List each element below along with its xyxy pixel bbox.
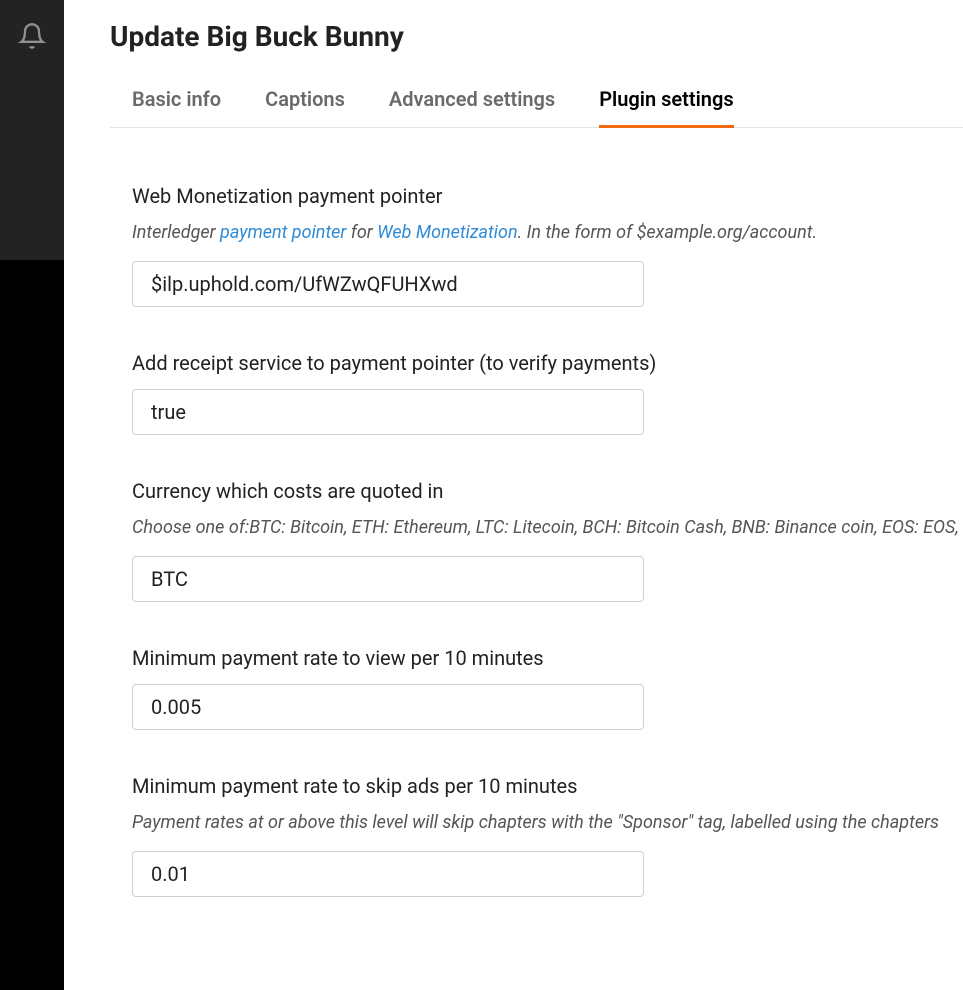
field-label: Minimum payment rate to skip ads per 10 … [132, 774, 963, 798]
field-min-rate-skip: Minimum payment rate to skip ads per 10 … [132, 774, 963, 897]
min-rate-skip-input[interactable] [132, 851, 644, 897]
field-payment-pointer: Web Monetization payment pointer Interle… [132, 184, 963, 307]
main-content: Update Big Buck Bunny Basic info Caption… [64, 0, 963, 990]
field-help: Payment rates at or above this level wil… [132, 812, 963, 833]
field-help: Choose one of:BTC: Bitcoin, ETH: Ethereu… [132, 517, 963, 538]
receipt-service-input[interactable] [132, 389, 644, 435]
payment-pointer-input[interactable] [132, 261, 644, 307]
field-label: Add receipt service to payment pointer (… [132, 351, 963, 375]
link-payment-pointer[interactable]: payment pointer [220, 222, 346, 243]
field-label: Minimum payment rate to view per 10 minu… [132, 646, 963, 670]
tab-advanced-settings[interactable]: Advanced settings [389, 87, 555, 128]
sidebar-mid [0, 82, 64, 260]
currency-input[interactable] [132, 556, 644, 602]
field-label: Currency which costs are quoted in [132, 479, 963, 503]
field-min-rate-view: Minimum payment rate to view per 10 minu… [132, 646, 963, 730]
page-title: Update Big Buck Bunny [110, 20, 963, 53]
sidebar-top [0, 0, 64, 82]
tab-plugin-settings[interactable]: Plugin settings [599, 87, 733, 128]
link-web-monetization[interactable]: Web Monetization [377, 222, 517, 243]
tab-captions[interactable]: Captions [265, 87, 345, 128]
bell-icon[interactable] [18, 22, 46, 54]
tab-basic-info[interactable]: Basic info [132, 87, 221, 128]
sidebar [0, 0, 64, 990]
field-help: Interledger payment pointer for Web Mone… [132, 222, 963, 243]
min-rate-view-input[interactable] [132, 684, 644, 730]
tabs: Basic info Captions Advanced settings Pl… [110, 87, 963, 128]
field-label: Web Monetization payment pointer [132, 184, 963, 208]
form-plugin-settings: Web Monetization payment pointer Interle… [110, 184, 963, 897]
field-currency: Currency which costs are quoted in Choos… [132, 479, 963, 602]
field-receipt-service: Add receipt service to payment pointer (… [132, 351, 963, 435]
